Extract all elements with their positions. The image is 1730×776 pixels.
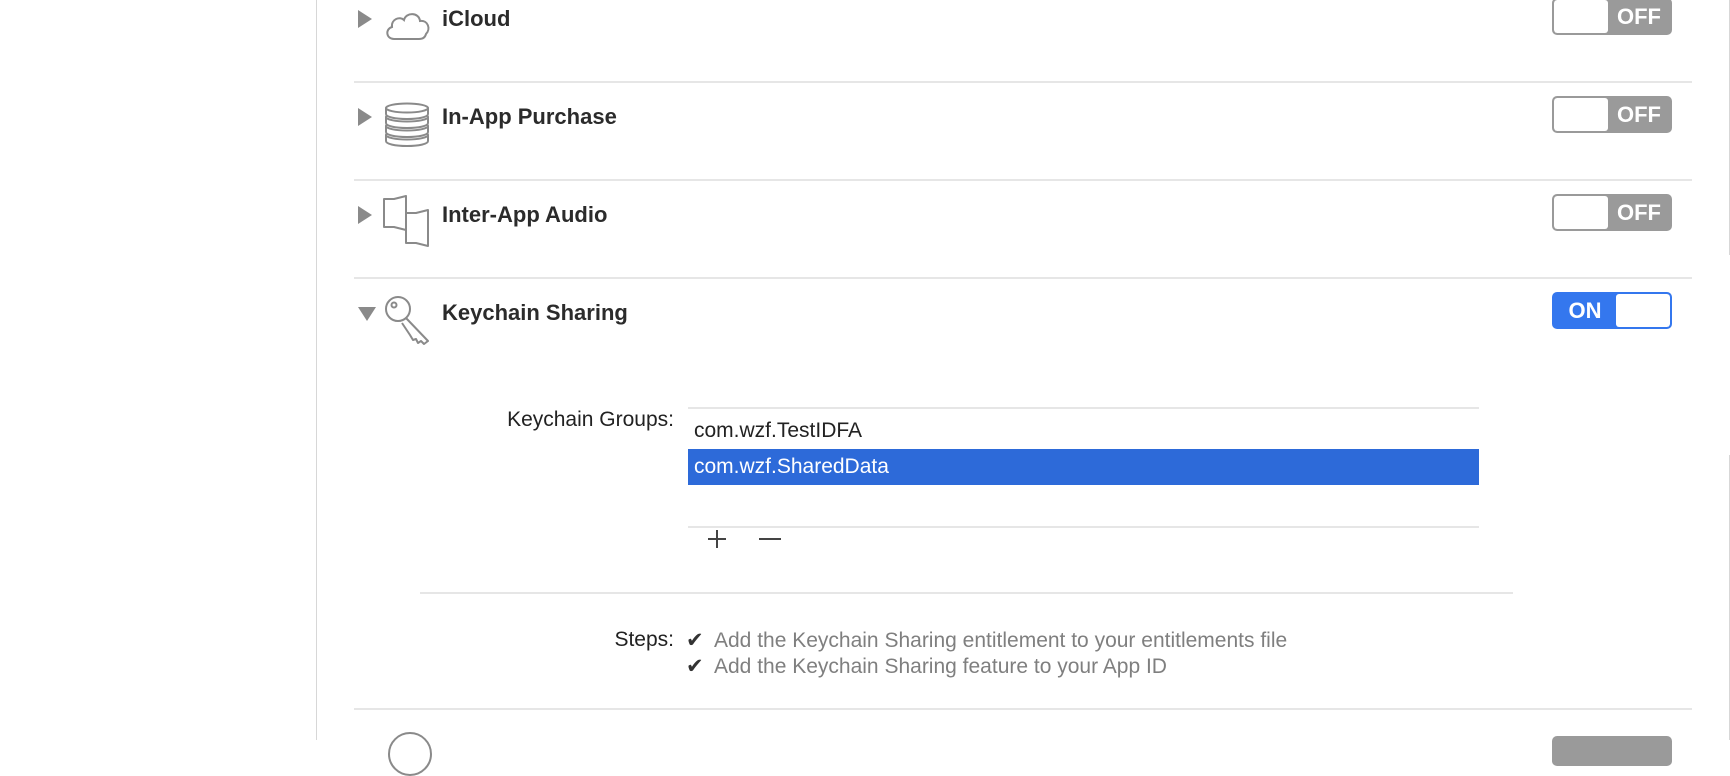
plus-icon (708, 530, 726, 548)
step-item: ✔ Add the Keychain Sharing entitlement to… (686, 628, 1287, 653)
row-divider (354, 708, 1692, 710)
keychain-groups-label: Keychain Groups: (507, 408, 674, 431)
toggle-state-label: OFF (1617, 200, 1661, 225)
keychain-group-item[interactable]: com.wzf.TestIDFA (688, 413, 1479, 449)
disclosure-triangle-icon[interactable] (358, 307, 376, 321)
toggle-state-label: ON (1568, 298, 1602, 323)
keychain-sharing-toggle[interactable]: ON (1552, 292, 1672, 329)
capability-row-keychain-sharing: Keychain Sharing ON (354, 279, 1692, 345)
key-icon (382, 293, 434, 345)
capability-row-in-app-purchase: In-App Purchase OFF (354, 83, 1692, 181)
in-app-purchase-toggle[interactable]: OFF (1552, 96, 1672, 133)
steps-label: Steps: (614, 628, 674, 651)
toggle-knob (1554, 196, 1608, 229)
toggle-knob (1554, 0, 1608, 33)
capability-row-icloud: iCloud OFF (354, 0, 1692, 83)
toggle-state-label: OFF (1617, 102, 1661, 127)
minus-icon (759, 538, 781, 540)
capability-title: Keychain Sharing (442, 300, 628, 325)
add-keychain-group-button[interactable] (700, 524, 734, 554)
disclosure-triangle-icon[interactable] (358, 206, 372, 224)
capability-title: Inter-App Audio (442, 202, 608, 227)
capability-row-inter-app-audio: Inter-App Audio OFF (354, 181, 1692, 279)
toggle-state-label: OFF (1617, 4, 1661, 29)
next-capability-icon (388, 732, 432, 776)
step-text: Add the Keychain Sharing feature to your… (714, 655, 1167, 678)
toggle-knob (1616, 294, 1670, 327)
capability-title: In-App Purchase (442, 104, 617, 129)
capability-title: iCloud (442, 6, 511, 31)
icloud-toggle[interactable]: OFF (1552, 0, 1672, 35)
remove-keychain-group-button[interactable] (753, 524, 787, 554)
section-divider (420, 592, 1513, 594)
cloud-icon (382, 0, 434, 51)
next-capability-toggle[interactable] (1552, 736, 1672, 766)
speaker-icon (382, 195, 434, 247)
toggle-knob (1554, 98, 1608, 131)
step-item: ✔ Add the Keychain Sharing feature to you… (686, 654, 1167, 679)
disclosure-triangle-icon[interactable] (358, 10, 372, 28)
checkmark-icon: ✔ (686, 629, 704, 652)
keychain-groups-list[interactable]: com.wzf.TestIDFA com.wzf.SharedData (688, 407, 1479, 528)
step-text: Add the Keychain Sharing entitlement to … (714, 629, 1288, 652)
checkmark-icon: ✔ (686, 655, 704, 678)
disclosure-triangle-icon[interactable] (358, 108, 372, 126)
coin-stack-icon (382, 97, 434, 149)
inter-app-audio-toggle[interactable]: OFF (1552, 194, 1672, 231)
left-pane (0, 0, 317, 740)
keychain-group-item-selected[interactable]: com.wzf.SharedData (688, 449, 1479, 485)
